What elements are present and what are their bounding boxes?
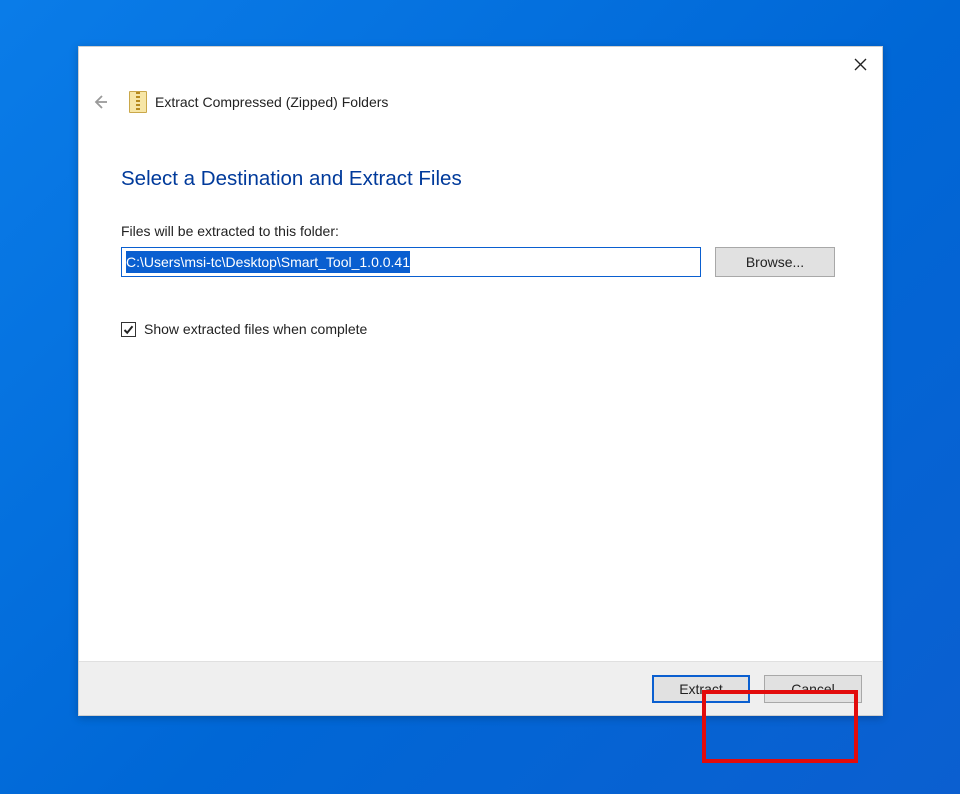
close-icon [854,58,867,71]
destination-value: C:\Users\msi-tc\Desktop\Smart_Tool_1.0.0… [126,251,410,273]
titlebar [79,47,882,85]
back-button[interactable] [89,91,111,113]
destination-input[interactable]: C:\Users\msi-tc\Desktop\Smart_Tool_1.0.0… [121,247,701,277]
wizard-header: Extract Compressed (Zipped) Folders [79,85,882,117]
destination-label: Files will be extracted to this folder: [121,223,838,239]
page-title: Select a Destination and Extract Files [121,167,838,191]
extract-button[interactable]: Extract [652,675,750,703]
button-bar: Extract Cancel [79,661,882,715]
close-button[interactable] [838,47,882,81]
extract-wizard-dialog: Extract Compressed (Zipped) Folders Sele… [78,46,883,716]
browse-button[interactable]: Browse... [715,247,835,277]
cancel-button[interactable]: Cancel [764,675,862,703]
destination-row: C:\Users\msi-tc\Desktop\Smart_Tool_1.0.0… [121,247,838,277]
checkbox-label: Show extracted files when complete [144,321,367,337]
zip-folder-icon [129,91,147,113]
show-files-checkbox[interactable]: Show extracted files when complete [121,321,838,337]
arrow-left-icon [91,93,109,111]
wizard-title: Extract Compressed (Zipped) Folders [155,94,388,110]
wizard-content: Select a Destination and Extract Files F… [79,117,882,661]
checkbox-box [121,322,136,337]
check-icon [123,324,134,335]
